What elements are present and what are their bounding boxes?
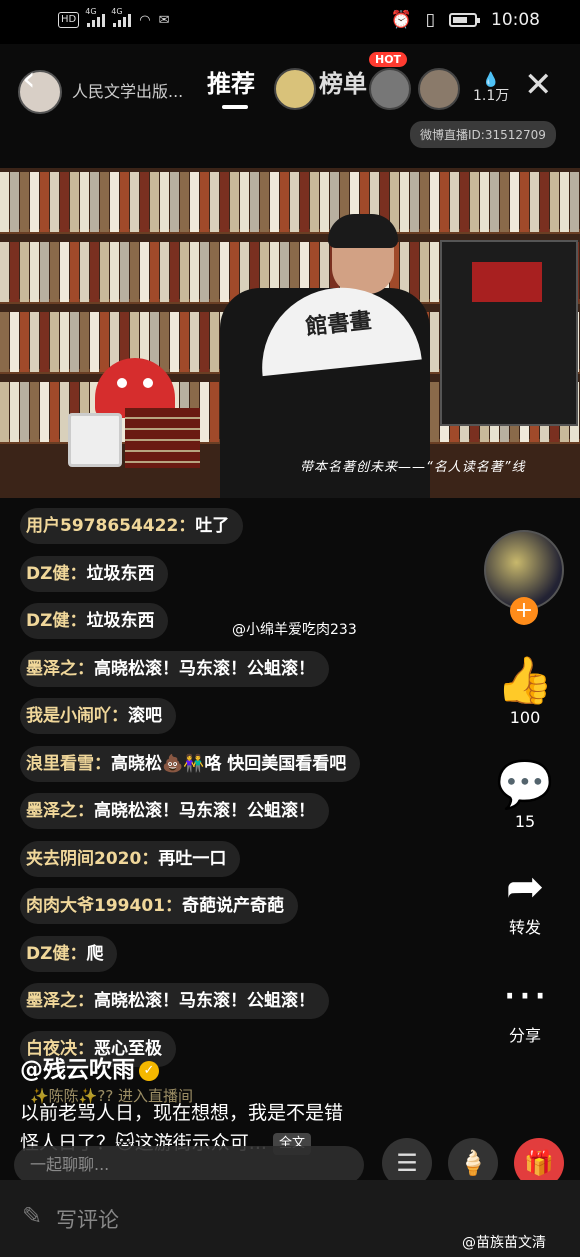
chat-message[interactable]: 用户5978654422：吐了 [20, 508, 244, 544]
viewer-avatar-1[interactable] [274, 68, 316, 110]
share-icon: ⋯ [502, 967, 548, 1021]
chat-username[interactable]: 墨泽之： [26, 801, 94, 821]
like-count: 100 [509, 708, 541, 727]
comment-icon: 💬 [496, 757, 554, 811]
back-icon[interactable]: ‹ [22, 62, 36, 96]
chat-message[interactable]: 浪里看雪：高晓松💩👫咯 快回美国看看吧 [20, 745, 361, 782]
signal-icon-2: 4G [111, 7, 132, 27]
pencil-icon: ✎ [22, 1202, 43, 1230]
chat-text: 奇葩说产奇葩 [181, 896, 284, 916]
battery-icon [449, 13, 480, 27]
live-id-badge: 微博直播ID:31512709 [410, 121, 556, 148]
chat-username[interactable]: 墨泽之： [26, 991, 94, 1011]
viewer-avatar-3[interactable] [418, 68, 460, 110]
viewer-avatar-2[interactable] [369, 68, 411, 110]
chat-text: 爬 [86, 943, 104, 964]
tab-rank[interactable]: 榜单 [319, 64, 367, 99]
hd-indicator: HD [58, 12, 80, 28]
chat-username[interactable]: 墨泽之： [26, 659, 94, 679]
watermark-mid: @小绵羊爱吃肉233 [232, 622, 357, 638]
chat-message[interactable]: DZ健：爬 [20, 935, 118, 972]
watermark-bottom: @苗族苗文清 [462, 1235, 546, 1251]
chat-username[interactable]: 浪里看雪： [26, 754, 111, 774]
wifi-icon: ◠ [139, 12, 151, 28]
repost-arrow-icon: ➦ [505, 859, 545, 913]
chat-message[interactable]: 墨泽之：高晓松滚！马东滚！公蛆滚！ [20, 793, 329, 829]
event-poster [440, 240, 578, 426]
chat-message[interactable]: 墨泽之：高晓松滚！马东滚！公蛆滚！ [20, 983, 329, 1019]
wechat-icon: ✉ [158, 12, 170, 28]
verified-icon: ✓ [139, 1060, 159, 1081]
video-caption: 带本名著创未来——“名人读名著”线 [300, 460, 526, 475]
alarm-icon: ⏰ [390, 10, 412, 30]
chat-username[interactable]: 肉肉大爷199401： [26, 896, 182, 916]
chat-message[interactable]: 夹去阴间2020：再吐一口 [20, 840, 241, 877]
drop-icon: 💧 [482, 72, 500, 88]
chat-text: 高晓松滚！马东滚！公蛆滚！ [94, 991, 315, 1011]
chat-input[interactable]: 一起聊聊... [14, 1146, 364, 1184]
viewer-count: 💧 1.1万 [473, 72, 510, 104]
chat-username[interactable]: 夹去阴间2020： [26, 849, 158, 869]
live-header: ‹ 人民文学出版... 推荐 榜单 HOT 💧 1.1万 ✕ 微博直播ID:315… [0, 50, 580, 148]
chat-text: 高晓松滚！马东滚！公蛆滚！ [94, 801, 315, 821]
clock: 10:08 [491, 10, 540, 30]
chat-username[interactable]: DZ健： [26, 944, 86, 964]
thumbs-up-icon: 👍 [496, 653, 554, 707]
chat-message[interactable]: 墨泽之：高晓松滚！马东滚！公蛆滚！ [20, 650, 329, 687]
chat-message[interactable]: 肉肉大爷199401：奇葩说产奇葩 [20, 888, 298, 924]
status-bar: HD 4G 4G ◠ ✉ ⏰ ▯ 10:08 [0, 0, 580, 44]
comment-count: 15 [514, 812, 536, 831]
live-video[interactable]: 館書畫 带本名著创未来——“名人读名著”线 [0, 168, 580, 498]
chat-text: 再吐一口 [158, 848, 227, 869]
chat-text: 滚吧 [128, 706, 162, 726]
status-right: ⏰ ▯ 10:08 [390, 10, 540, 30]
post-line-1: 以前老骂人日，现在想想，我是不是错 [20, 1102, 344, 1124]
tablet-device [68, 413, 122, 467]
host-name[interactable]: 人民文学出版... [72, 78, 183, 102]
chat-text: 高晓松滚！马东滚！公蛆滚！ [94, 658, 315, 679]
chat-username[interactable]: 用户5978654422： [26, 516, 195, 536]
share-label: 分享 [508, 1026, 541, 1045]
chat-message[interactable]: DZ健：垃圾东西 [20, 603, 169, 639]
comment-button[interactable]: 💬 15 [490, 756, 560, 831]
repost-button[interactable]: ➦ 转发 [490, 858, 560, 938]
status-left: HD 4G 4G ◠ ✉ [58, 7, 170, 28]
tab-recommend[interactable]: 推荐 [207, 64, 255, 99]
book-stack [125, 408, 200, 468]
hot-badge: HOT [369, 52, 408, 67]
share-button[interactable]: ⋯ 分享 [490, 966, 560, 1046]
chat-text: 高晓松💩👫咯 快回美国看看吧 [111, 753, 347, 774]
follow-plus-icon[interactable]: + [510, 597, 538, 625]
tab-active-indicator [222, 105, 248, 109]
repost-label: 转发 [508, 918, 541, 937]
post-author[interactable]: @残云吹雨 ✓ [20, 1050, 159, 1084]
write-comment[interactable]: 写评论 [56, 1204, 119, 1234]
chat-message[interactable]: DZ健：垃圾东西 [20, 555, 169, 592]
vibrate-icon: ▯ [425, 10, 435, 30]
signal-icon: 4G [85, 7, 106, 27]
chat-text: 吐了 [195, 516, 230, 536]
like-button[interactable]: 👍 100 [490, 652, 560, 727]
chat-username[interactable]: 我是小闹吖： [26, 706, 128, 726]
chat-message[interactable]: 我是小闹吖：滚吧 [20, 698, 176, 734]
close-icon[interactable]: ✕ [524, 68, 553, 102]
chat-username[interactable]: DZ健： [26, 611, 86, 631]
chat-username[interactable]: DZ健： [26, 564, 86, 584]
chat-text: 垃圾东西 [86, 563, 155, 584]
chat-text: 垃圾东西 [86, 611, 155, 631]
